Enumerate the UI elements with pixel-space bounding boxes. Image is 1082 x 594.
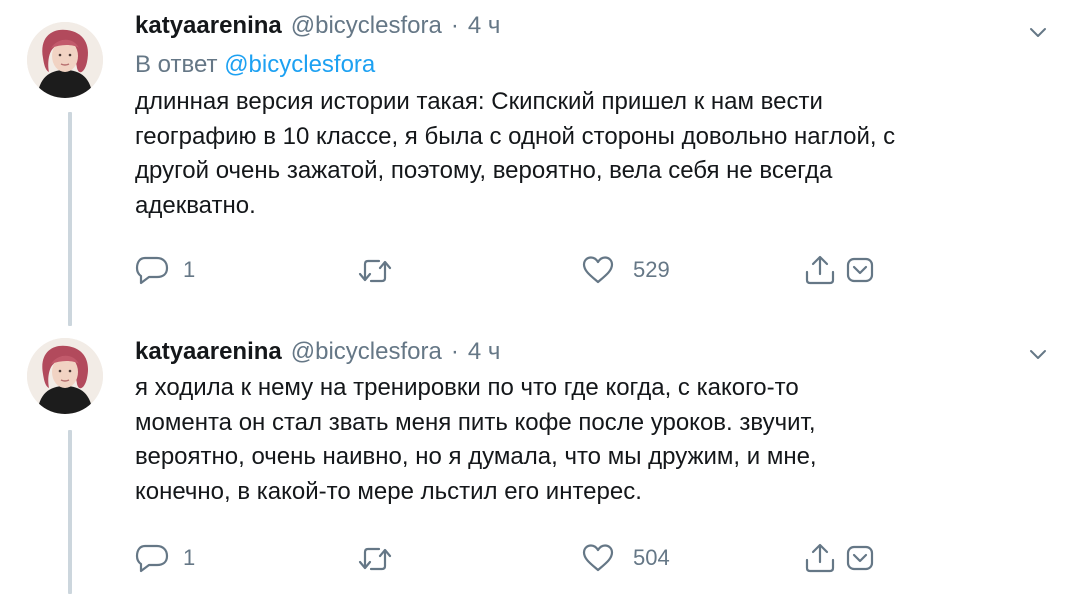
share-button[interactable]	[804, 255, 836, 285]
chevron-down-icon[interactable]	[1026, 342, 1050, 366]
direct-message-button[interactable]	[846, 545, 874, 571]
direct-message-icon	[846, 257, 874, 283]
user-handle[interactable]: @bicyclesfora	[291, 12, 442, 40]
avatar[interactable]	[27, 22, 103, 98]
retweet-icon	[357, 257, 393, 285]
like-count: 529	[633, 257, 670, 282]
heart-icon	[581, 255, 615, 285]
tweet-text-line: момента он стал звать меня пить кофе пос…	[135, 408, 816, 436]
timestamp[interactable]: 4 ч	[468, 12, 501, 40]
thread-connector-line	[68, 112, 72, 326]
avatar[interactable]	[27, 338, 103, 414]
thread-connector-line	[68, 430, 72, 594]
reply-button[interactable]: 1	[135, 255, 195, 285]
like-button[interactable]: 529	[581, 255, 670, 285]
tweet-text: длинная версия истории такая: Скипский п…	[135, 85, 1035, 224]
tweet-text-line: конечно, в какой-то мере льстил его инте…	[135, 478, 642, 506]
tweet-text-line: другой очень зажатой, поэтому, вероятно,…	[135, 157, 833, 185]
direct-message-button[interactable]	[846, 257, 874, 283]
retweet-icon	[357, 545, 393, 573]
share-button[interactable]	[804, 543, 836, 573]
separator-dot: ·	[450, 12, 459, 39]
like-button[interactable]: 504	[581, 543, 670, 573]
tweet-text-line: географию в 10 классе, я была с одной ст…	[135, 122, 896, 150]
retweet-button[interactable]	[357, 545, 407, 573]
tweet-header: katyaarenina @bicyclesfora · 4 ч	[135, 338, 500, 368]
tweet-header: katyaarenina @bicyclesfora · 4 ч	[135, 12, 500, 42]
reply-button[interactable]: 1	[135, 543, 195, 573]
display-name[interactable]: katyaarenina	[135, 338, 282, 366]
direct-message-icon	[846, 545, 874, 571]
share-icon	[804, 543, 836, 573]
reply-context: В ответ @bicyclesfora	[135, 51, 375, 79]
heart-icon	[581, 543, 615, 573]
share-icon	[804, 255, 836, 285]
tweet-text-line: я ходила к нему на тренировки по что где…	[135, 374, 799, 401]
reply-icon	[135, 543, 169, 573]
tweet-text-line: длинная версия истории такая: Скипский п…	[135, 88, 823, 115]
reply-count: 1	[183, 545, 196, 570]
tweet-text: я ходила к нему на тренировки по что где…	[135, 371, 1035, 510]
reply-icon	[135, 255, 169, 285]
retweet-button[interactable]	[357, 257, 407, 285]
like-count: 504	[633, 545, 670, 570]
user-handle[interactable]: @bicyclesfora	[291, 338, 442, 366]
separator-dot: ·	[450, 338, 459, 365]
timestamp[interactable]: 4 ч	[468, 338, 501, 366]
tweet-text-line: адекватно.	[135, 192, 256, 220]
mention-link[interactable]: @bicyclesfora	[224, 51, 375, 78]
display-name[interactable]: katyaarenina	[135, 12, 282, 40]
tweet-text-line: вероятно, очень наивно, но я думала, что…	[135, 443, 817, 471]
chevron-down-icon[interactable]	[1026, 20, 1050, 44]
reply-count: 1	[183, 257, 196, 282]
reply-label: В ответ	[135, 51, 218, 78]
